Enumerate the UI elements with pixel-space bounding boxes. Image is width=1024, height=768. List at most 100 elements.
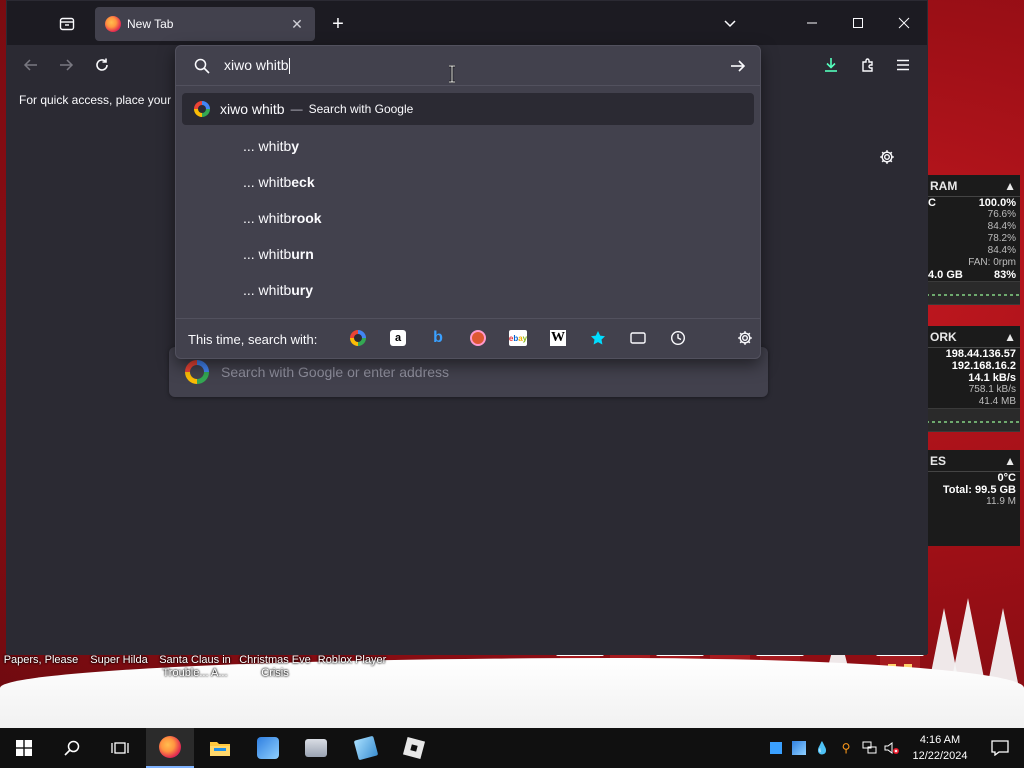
clock[interactable]: 4:16 AM 12/22/2024: [900, 732, 980, 764]
maximize-button[interactable]: [835, 1, 881, 45]
ram-row: 84.4%: [987, 245, 1016, 256]
public-ip: 198.44.136.57: [945, 348, 1016, 360]
suggestion-item[interactable]: ... whitb rook: [243, 203, 322, 233]
taskbar-app-3[interactable]: [342, 728, 390, 768]
google-icon: [194, 101, 210, 117]
desktop-icon-christmas-eve[interactable]: Christmas Eve Crisis: [236, 654, 314, 680]
close-tab-icon[interactable]: ✕: [289, 16, 305, 33]
tabs-engine-button[interactable]: [626, 326, 650, 350]
wikipedia-engine-button[interactable]: W: [546, 326, 570, 350]
bookmarks-hint: For quick access, place your b: [19, 93, 182, 107]
search-icon: [194, 58, 210, 74]
app-icon: [257, 737, 279, 759]
search-button[interactable]: [48, 728, 96, 768]
google-engine-button[interactable]: [346, 326, 370, 350]
taskbar-app-2[interactable]: [292, 728, 340, 768]
network-icon[interactable]: [862, 740, 878, 756]
windows-icon: [16, 740, 32, 756]
gear-icon: [880, 150, 894, 164]
list-all-tabs-button[interactable]: [717, 11, 743, 37]
tray-app-icon[interactable]: [768, 740, 784, 756]
taskbar-firefox[interactable]: [146, 728, 194, 768]
ebay-icon: ebay: [509, 330, 527, 346]
google-icon: [350, 330, 366, 346]
firefox-window: New Tab ✕ + For quick access, place your…: [6, 0, 928, 655]
firefox-view-button[interactable]: [53, 10, 81, 38]
suggestion-prefix: ... whitb: [243, 246, 292, 262]
suggestion-completion: y: [291, 138, 300, 154]
ram-graph: [926, 281, 1020, 305]
upload-rate: 758.1 kB/s: [968, 384, 1016, 395]
firefox-icon: [105, 16, 121, 32]
suggestion-item[interactable]: ... whitb y: [243, 131, 299, 161]
drives-title: ES: [930, 453, 947, 468]
suggestion-separator: —: [290, 102, 303, 116]
taskbar-file-explorer[interactable]: [196, 728, 244, 768]
download-rate: 14.1 kB/s: [968, 372, 1016, 384]
suggestion-item[interactable]: ... whitb eck: [243, 167, 315, 197]
notifications-button[interactable]: [976, 728, 1024, 768]
app-menu-button[interactable]: [889, 51, 917, 79]
bookmarks-engine-button[interactable]: [586, 326, 610, 350]
puzzle-icon: [862, 58, 873, 72]
hamburger-menu-icon: [897, 59, 909, 71]
title-bar: New Tab ✕ +: [7, 1, 927, 45]
task-view-button[interactable]: [96, 728, 144, 768]
collapse-icon[interactable]: ▲: [1004, 454, 1016, 468]
volume-muted-icon[interactable]: [884, 740, 900, 756]
close-window-button[interactable]: [881, 1, 927, 45]
amazon-engine-button[interactable]: a: [386, 326, 410, 350]
history-engine-button[interactable]: [666, 326, 690, 350]
duckduckgo-engine-button[interactable]: [466, 326, 490, 350]
urlbar-input[interactable]: xiwo whitb: [224, 57, 694, 75]
taskbar-app-1[interactable]: [244, 728, 292, 768]
duckduckgo-icon: [470, 330, 486, 346]
download-icon: [825, 58, 837, 72]
extensions-button[interactable]: [854, 51, 882, 79]
mem-percent: 83%: [993, 269, 1016, 281]
ram-row: 78.2%: [987, 233, 1016, 244]
desktop-icon-papers-please[interactable]: Papers, Please: [2, 654, 80, 667]
bing-icon: b: [433, 329, 443, 346]
gear-icon: [738, 331, 752, 345]
chevron-down-icon: [724, 20, 736, 28]
forward-button[interactable]: [52, 51, 80, 79]
tray-app-icon[interactable]: [791, 740, 807, 756]
roblox-icon: [402, 736, 426, 760]
suggestion-search-with-google[interactable]: xiwo whitb — Search with Google: [182, 93, 754, 125]
app-icon: [353, 735, 379, 761]
suggestion-item[interactable]: ... whitb ury: [243, 275, 313, 305]
go-button[interactable]: [726, 54, 750, 78]
suggestion-query: xiwo whitb: [220, 101, 285, 117]
collapse-icon[interactable]: ▲: [1004, 179, 1016, 193]
suggestion-item[interactable]: ... whitb urn: [243, 239, 314, 269]
back-button[interactable]: [17, 51, 45, 79]
bing-engine-button[interactable]: b: [426, 326, 450, 350]
suggestion-completion: ury: [291, 282, 314, 298]
collapse-icon[interactable]: ▲: [1004, 330, 1016, 344]
tab-new-tab[interactable]: New Tab ✕: [95, 7, 315, 41]
drive-temp: 0°C: [997, 472, 1016, 484]
page-search-placeholder: Search with Google or enter address: [221, 364, 450, 380]
minimize-button[interactable]: [789, 1, 835, 45]
desktop-icon-super-hilda[interactable]: Super Hilda: [84, 654, 154, 667]
search-settings-button[interactable]: [733, 326, 757, 350]
text-caret: [288, 58, 290, 75]
app-icon: [305, 739, 327, 757]
tabs-icon: [630, 332, 646, 344]
ram-row: 76.6%: [987, 209, 1016, 220]
customize-new-tab-button[interactable]: [875, 145, 899, 169]
urlbar-dropdown: xiwo whitb xiwo whitb — Search with Goog…: [175, 45, 761, 359]
droplet-icon[interactable]: 💧: [814, 740, 830, 756]
taskbar-roblox[interactable]: [390, 728, 438, 768]
downloads-button[interactable]: [817, 51, 845, 79]
desktop-icon-santa-claus[interactable]: Santa Claus in Trouble... A...: [154, 654, 236, 680]
desktop-icon-roblox[interactable]: Roblox Player: [314, 654, 390, 667]
new-tab-button[interactable]: +: [325, 11, 351, 37]
text-cursor-icon: [449, 65, 455, 83]
ebay-engine-button[interactable]: ebay: [506, 326, 530, 350]
clock-date: 12/22/2024: [912, 750, 968, 762]
start-button[interactable]: [0, 728, 48, 768]
search-tray-icon[interactable]: ⚲: [838, 740, 854, 756]
reload-button[interactable]: [88, 51, 116, 79]
